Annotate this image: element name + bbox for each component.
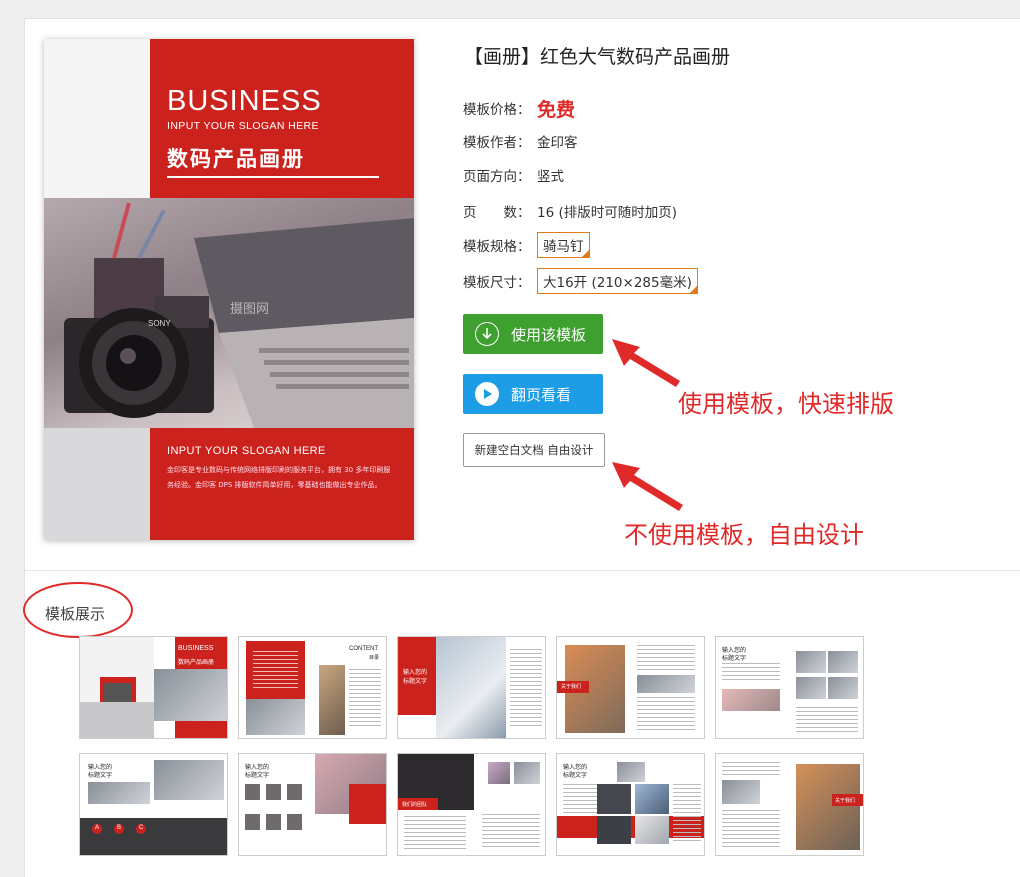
pages-label: 页 数： — [463, 205, 531, 221]
thumb2-content: CONTENT — [349, 646, 378, 652]
use-template-label: 使用该模板 — [511, 325, 587, 344]
price-value: 免费 — [537, 99, 576, 121]
flip-view-label: 翻页看看 — [511, 385, 572, 404]
cover-grey-block — [44, 39, 150, 198]
orientation-row: 页面方向： 竖式 — [463, 165, 564, 185]
author-row: 模板作者： 金印客 — [463, 131, 578, 151]
thumb8-tag: 我们的团队 — [402, 802, 428, 808]
watermark-text: 摄图网 — [230, 302, 270, 317]
orientation-value: 竖式 — [537, 169, 564, 185]
spec-label: 模板规格： — [463, 239, 531, 255]
annotation-use-template: 使用模板，快速排版 — [678, 390, 894, 418]
thumbnail-page-1[interactable]: BUSINESS 数码产品画册 — [79, 636, 228, 739]
new-blank-document-button[interactable]: 新建空白文档 自由设计 — [463, 433, 605, 467]
cover-description: 金印客是专业数码与传统网络排版印刷的服务平台，拥有 30 多年印刷服务经验。金印… — [167, 466, 391, 489]
thumbnail-page-8[interactable]: 我们的团队 — [397, 753, 546, 856]
pages-row: 页 数： 16 (排版时可随时加页) — [463, 201, 677, 221]
thumbnail-page-10[interactable]: 关于我们 — [715, 753, 864, 856]
thumbnail-page-9[interactable]: 输入您的 标题文字 — [556, 753, 705, 856]
thumb1-subtitle: 数码产品画册 — [178, 660, 215, 666]
thumbnail-page-6[interactable]: 输入您的 标题文字 A B C — [79, 753, 228, 856]
thumb10-tag: 关于我们 — [835, 798, 856, 804]
cover-red-header — [150, 39, 414, 198]
use-template-button[interactable]: 使用该模板 — [463, 314, 603, 354]
thumbnail-page-7[interactable]: 输入您的 标题文字 — [238, 753, 387, 856]
thumb6-step-b: B — [117, 825, 122, 831]
thumb2-subtitle: 目录 — [369, 655, 380, 661]
cover-slogan: INPUT YOUR SLOGAN HERE — [167, 120, 319, 132]
size-row: 模板尺寸： 大16开 (210×285毫米) — [463, 268, 698, 294]
download-icon — [475, 322, 499, 346]
pages-value: 16 (排版时可随时加页) — [537, 205, 678, 221]
thumbnail-page-5[interactable]: 输入您的 标题文字 — [715, 636, 864, 739]
play-icon — [475, 382, 499, 406]
author-value: 金印客 — [537, 135, 578, 151]
thumb6-step-c: C — [139, 825, 144, 831]
cover-bottom-grey — [44, 428, 150, 540]
thumbnail-page-3[interactable]: 输入您的 标题文字 — [397, 636, 546, 739]
cover-divider — [167, 176, 379, 178]
thumb1-title: BUSINESS — [178, 645, 214, 652]
thumb7-subtitle: 标题文字 — [245, 773, 270, 779]
camera-brand-text: SONY — [148, 319, 171, 328]
thumbnail-page-2[interactable]: CONTENT 目录 — [238, 636, 387, 739]
product-title: 【画册】红色大气数码产品画册 — [464, 46, 731, 68]
cover-camera-photo: SONY — [44, 198, 414, 428]
spec-row: 模板规格： 骑马钉 — [463, 232, 590, 258]
price-row: 模板价格： 免费 — [463, 95, 575, 122]
annotation-no-template: 不使用模板，自由设计 — [624, 521, 864, 549]
template-cover-preview[interactable]: BUSINESS INPUT YOUR SLOGAN HERE 数码产品画册 S… — [44, 39, 414, 540]
size-label: 模板尺寸： — [463, 275, 531, 291]
price-label: 模板价格： — [463, 102, 531, 118]
thumb6-step-a: A — [95, 825, 100, 831]
thumb5-subtitle: 标题文字 — [722, 656, 747, 662]
flip-view-button[interactable]: 翻页看看 — [463, 374, 603, 414]
cover-title: BUSINESS — [167, 85, 322, 117]
thumb3-subtitle: 标题文字 — [403, 679, 428, 685]
thumbnail-page-4[interactable]: 关于我们 — [556, 636, 705, 739]
thumb9-subtitle: 标题文字 — [563, 773, 588, 779]
thumb4-tag: 关于我们 — [561, 684, 582, 690]
author-label: 模板作者： — [463, 135, 531, 151]
thumb3-title: 输入您的 — [403, 670, 428, 676]
cover-title-cn: 数码产品画册 — [167, 147, 305, 171]
size-option[interactable]: 大16开 (210×285毫米) — [537, 268, 698, 294]
spec-option[interactable]: 骑马钉 — [537, 232, 590, 258]
cover-slogan-bottom: INPUT YOUR SLOGAN HERE — [167, 445, 326, 457]
thumb6-subtitle: 标题文字 — [88, 773, 113, 779]
section-divider — [24, 570, 1020, 571]
orientation-label: 页面方向： — [463, 169, 531, 185]
showcase-label: 模板展示 — [45, 605, 106, 623]
